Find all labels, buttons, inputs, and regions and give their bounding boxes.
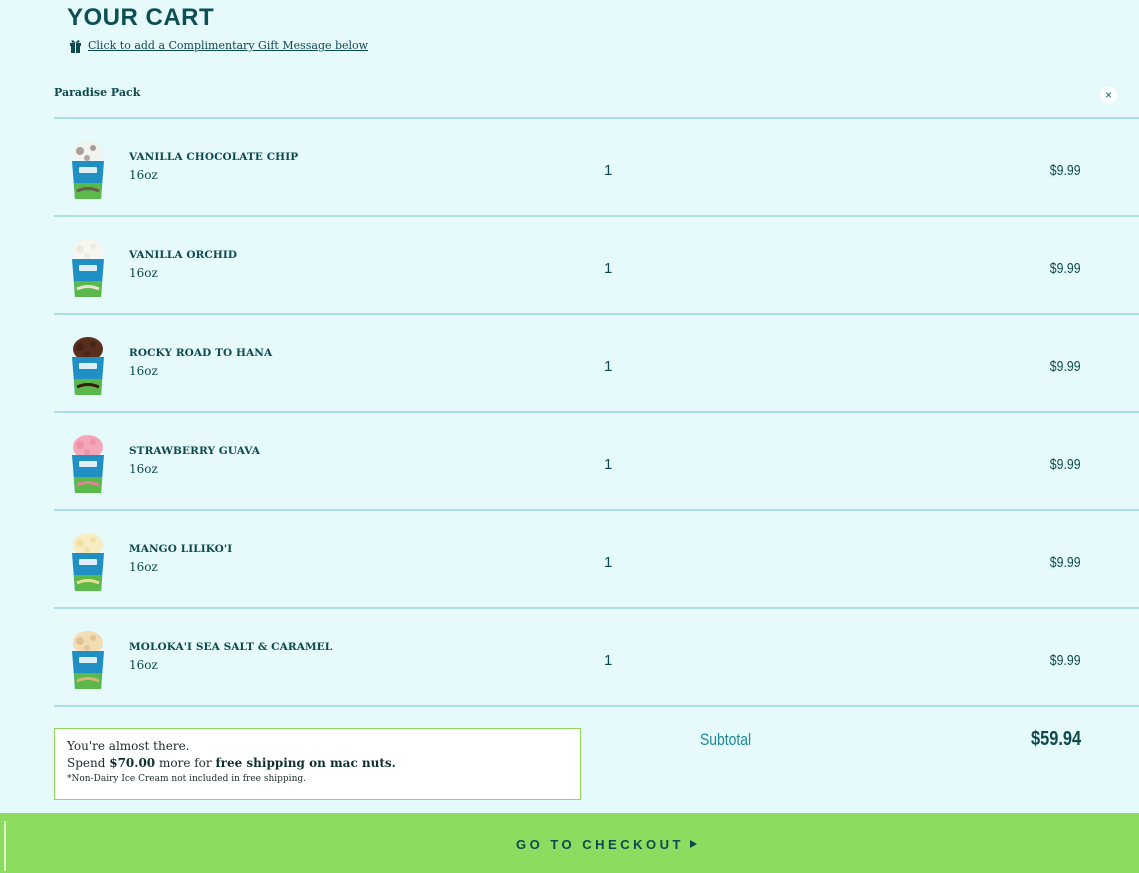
product-quantity[interactable]: 1 — [604, 358, 612, 375]
checkout-edge-decoration — [4, 821, 6, 871]
cart-title: YOUR CART — [67, 4, 215, 31]
product-price: $9.99 — [1050, 554, 1081, 571]
shipping-message: You're almost there. — [67, 739, 190, 753]
cart-item-row: VANILLA ORCHID 16oz 1 $9.99 — [54, 217, 1139, 315]
cart-items-list: VANILLA CHOCOLATE CHIP 16oz 1 $9.99 VANILLA … — [54, 117, 1139, 707]
product-name[interactable]: MANGO LILIKO'I — [129, 543, 232, 555]
play-arrow-icon — [690, 840, 697, 848]
subtotal-label: Subtotal — [700, 730, 752, 749]
cart-item-row: MOLOKA'I SEA SALT & CARAMEL 16oz 1 $9.99 — [54, 609, 1139, 707]
product-price: $9.99 — [1050, 358, 1081, 375]
cart-item-row: VANILLA CHOCOLATE CHIP 16oz 1 $9.99 — [54, 119, 1139, 217]
checkout-button[interactable]: GO TO CHECKOUT — [0, 813, 1139, 873]
shipping-note: *Non-Dairy Ice Cream not included in fre… — [67, 774, 306, 784]
gift-message-row[interactable]: Click to add a Complimentary Gift Messag… — [69, 38, 368, 53]
product-pint-image — [68, 237, 108, 299]
cart-item-row: STRAWBERRY GUAVA 16oz 1 $9.99 — [54, 413, 1139, 511]
product-name[interactable]: VANILLA CHOCOLATE CHIP — [129, 151, 298, 163]
cart-item-row: MANGO LILIKO'I 16oz 1 $9.99 — [54, 511, 1139, 609]
product-pint-image — [68, 629, 108, 691]
product-pint-image — [68, 335, 108, 397]
product-size: 16oz — [129, 658, 158, 672]
product-size: 16oz — [129, 168, 158, 182]
gift-message-link[interactable]: Click to add a Complimentary Gift Messag… — [88, 39, 368, 52]
product-size: 16oz — [129, 560, 158, 574]
checkout-label: GO TO CHECKOUT — [516, 837, 684, 852]
product-pint-image — [68, 433, 108, 495]
product-quantity[interactable]: 1 — [604, 554, 612, 571]
cart-item-row: ROCKY ROAD TO HANA 16oz 1 $9.99 — [54, 315, 1139, 413]
product-name[interactable]: STRAWBERRY GUAVA — [129, 445, 260, 457]
shipping-amount: $70.00 — [109, 756, 156, 770]
product-pint-image — [68, 531, 108, 593]
product-quantity[interactable]: 1 — [604, 652, 612, 669]
product-price: $9.99 — [1050, 162, 1081, 179]
product-size: 16oz — [129, 266, 158, 280]
product-size: 16oz — [129, 364, 158, 378]
product-pint-image — [68, 139, 108, 201]
product-price: $9.99 — [1050, 652, 1081, 669]
product-name[interactable]: VANILLA ORCHID — [129, 249, 237, 261]
gift-icon — [69, 38, 82, 53]
product-price: $9.99 — [1050, 456, 1081, 473]
product-name[interactable]: ROCKY ROAD TO HANA — [129, 347, 272, 359]
product-size: 16oz — [129, 462, 158, 476]
product-quantity[interactable]: 1 — [604, 456, 612, 473]
product-quantity[interactable]: 1 — [604, 260, 612, 277]
subtotal-value: $59.94 — [1030, 728, 1081, 750]
free-shipping-notice: You're almost there. Spend $70.00 more f… — [54, 728, 581, 800]
shipping-threshold: Spend $70.00 more for free shipping on m… — [67, 756, 396, 770]
pack-title: Paradise Pack — [54, 86, 141, 99]
remove-pack-button[interactable]: × — [1100, 87, 1117, 104]
product-quantity[interactable]: 1 — [604, 162, 612, 179]
product-price: $9.99 — [1050, 260, 1081, 277]
product-name[interactable]: MOLOKA'I SEA SALT & CARAMEL — [129, 641, 332, 653]
shipping-offer: free shipping on mac nuts. — [215, 756, 396, 770]
